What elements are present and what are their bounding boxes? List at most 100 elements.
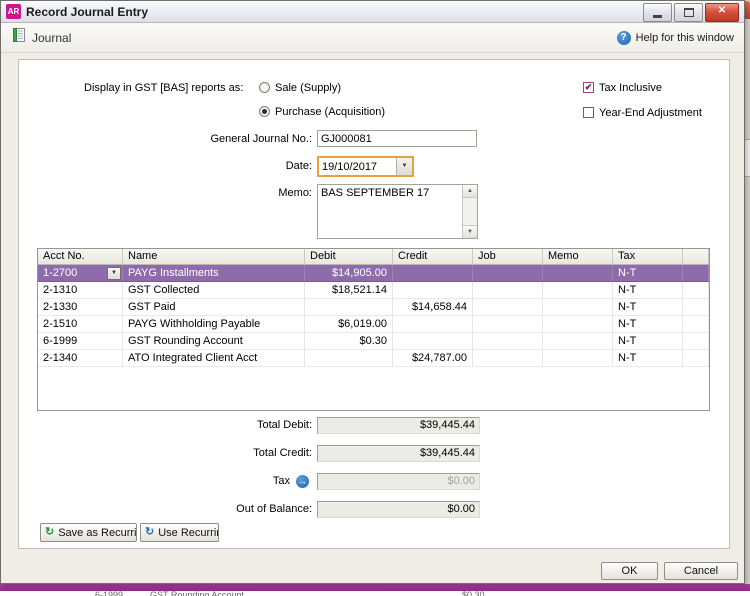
cell-name[interactable]: GST Rounding Account (123, 333, 305, 349)
cell-job[interactable] (473, 299, 543, 315)
ok-button[interactable]: OK (601, 562, 658, 580)
cell-credit[interactable] (393, 265, 473, 281)
cell-tax[interactable]: N-T (613, 316, 683, 332)
cell-debit[interactable] (305, 299, 393, 315)
checkbox-tax-inclusive[interactable]: ✔ Tax Inclusive (583, 81, 662, 94)
general-journal-no-input[interactable] (317, 130, 477, 147)
use-recurring-label: Use Recurring (158, 527, 219, 539)
scroll-down-icon[interactable]: ▼ (463, 225, 477, 238)
cell-acct-no[interactable]: 2-1510 (38, 316, 123, 332)
cell-job[interactable] (473, 316, 543, 332)
use-recurring-button[interactable]: ↻ Use Recurring (140, 523, 219, 542)
background-window-edge (745, 0, 750, 584)
table-row[interactable]: 6-1999 GST Rounding Account $0.30 N-T (38, 333, 709, 350)
radio-sale-supply[interactable]: Sale (Supply) (259, 81, 341, 94)
cell-debit[interactable] (305, 350, 393, 366)
total-credit-label: Total Credit: (112, 445, 312, 462)
cell-credit[interactable] (393, 282, 473, 298)
minimize-button[interactable] (643, 3, 672, 22)
save-as-recurring-label: Save as Recurring (58, 527, 137, 539)
cell-debit[interactable]: $0.30 (305, 333, 393, 349)
cell-job[interactable] (473, 333, 543, 349)
radio-icon (259, 82, 270, 93)
titlebar[interactable]: AR Record Journal Entry ✕ (1, 1, 744, 23)
cell-acct-no[interactable]: 2-1330 (38, 299, 123, 315)
memo-scrollbar[interactable]: ▲ ▼ (462, 185, 477, 238)
cell-tax[interactable]: N-T (613, 299, 683, 315)
cell-credit[interactable]: $24,787.00 (393, 350, 473, 366)
cell-credit[interactable] (393, 316, 473, 332)
window-title: Record Journal Entry (26, 5, 148, 19)
tax-label: Tax (112, 473, 290, 490)
cell-memo[interactable] (543, 316, 613, 332)
total-debit-value: $39,445.44 (317, 417, 480, 434)
out-of-balance-value: $0.00 (317, 501, 480, 518)
cell-memo[interactable] (543, 265, 613, 281)
cell-memo[interactable] (543, 333, 613, 349)
memo-input[interactable]: BAS SEPTEMBER 17 ▲ ▼ (317, 184, 478, 239)
header-memo: Memo (543, 249, 613, 264)
cell-name[interactable]: PAYG Installments (123, 265, 305, 281)
cell-memo[interactable] (543, 299, 613, 315)
header-credit: Credit (393, 249, 473, 264)
table-row[interactable]: 1-2700▼ PAYG Installments $14,905.00 N-T (38, 265, 709, 282)
cell-acct-no[interactable]: 1-2700▼ (38, 265, 123, 281)
table-row[interactable]: 2-1310 GST Collected $18,521.14 N-T (38, 282, 709, 299)
tax-zoom-arrow-icon[interactable]: → (296, 475, 309, 488)
cell-acct-no[interactable]: 6-1999 (38, 333, 123, 349)
header-job: Job (473, 249, 543, 264)
cell-spacer (683, 265, 709, 281)
close-icon: ✕ (706, 5, 738, 16)
cell-debit[interactable]: $18,521.14 (305, 282, 393, 298)
header-name: Name (123, 249, 305, 264)
radio-purchase-acquisition[interactable]: Purchase (Acquisition) (259, 105, 385, 118)
background-fragment-right (745, 139, 750, 177)
cell-acct-no[interactable]: 2-1310 (38, 282, 123, 298)
radio-sale-label: Sale (Supply) (275, 82, 341, 94)
cell-job[interactable] (473, 265, 543, 281)
cell-credit[interactable]: $14,658.44 (393, 299, 473, 315)
cell-name[interactable]: PAYG Withholding Payable (123, 316, 305, 332)
background-row-name: GST Rounding Account (150, 591, 244, 596)
minimize-icon (653, 15, 662, 18)
cell-spacer (683, 282, 709, 298)
cell-debit[interactable]: $14,905.00 (305, 265, 393, 281)
journal-icon (11, 27, 27, 48)
cell-tax[interactable]: N-T (613, 350, 683, 366)
table-row[interactable]: 2-1340 ATO Integrated Client Acct $24,78… (38, 350, 709, 367)
recurring-icon: ↻ (45, 527, 54, 538)
cell-name[interactable]: ATO Integrated Client Acct (123, 350, 305, 366)
cell-credit[interactable] (393, 333, 473, 349)
close-button[interactable]: ✕ (705, 3, 739, 22)
cell-memo[interactable] (543, 282, 613, 298)
cell-memo[interactable] (543, 350, 613, 366)
tax-inclusive-label: Tax Inclusive (599, 82, 662, 94)
table-row[interactable]: 2-1510 PAYG Withholding Payable $6,019.0… (38, 316, 709, 333)
save-as-recurring-button[interactable]: ↻ Save as Recurring (40, 523, 137, 542)
date-field: ▼ (317, 156, 414, 177)
help-button[interactable]: ? Help for this window (617, 31, 734, 45)
table-row[interactable]: 2-1330 GST Paid $14,658.44 N-T (38, 299, 709, 316)
cell-name[interactable]: GST Paid (123, 299, 305, 315)
date-dropdown-button[interactable]: ▼ (396, 158, 412, 175)
chevron-down-icon: ▼ (402, 163, 408, 169)
general-journal-no-label: General Journal No.: (112, 131, 312, 148)
cell-acct-no[interactable]: 2-1340 (38, 350, 123, 366)
cell-name[interactable]: GST Collected (123, 282, 305, 298)
cell-debit[interactable]: $6,019.00 (305, 316, 393, 332)
date-input[interactable] (319, 158, 396, 175)
background-partial-row: 6-1999 GST Rounding Account $0.30 (0, 591, 750, 596)
scroll-up-icon[interactable]: ▲ (463, 185, 477, 198)
account-dropdown-icon[interactable]: ▼ (107, 267, 121, 280)
cell-job[interactable] (473, 282, 543, 298)
checkbox-year-end-adjustment[interactable]: Year-End Adjustment (583, 106, 702, 119)
cell-tax[interactable]: N-T (613, 265, 683, 281)
background-bottom-bar (0, 584, 750, 591)
memo-label: Memo: (112, 185, 312, 202)
radio-selected-icon (259, 106, 270, 117)
cancel-button[interactable]: Cancel (664, 562, 738, 580)
cell-tax[interactable]: N-T (613, 333, 683, 349)
cell-job[interactable] (473, 350, 543, 366)
cell-tax[interactable]: N-T (613, 282, 683, 298)
maximize-button[interactable] (674, 3, 703, 22)
